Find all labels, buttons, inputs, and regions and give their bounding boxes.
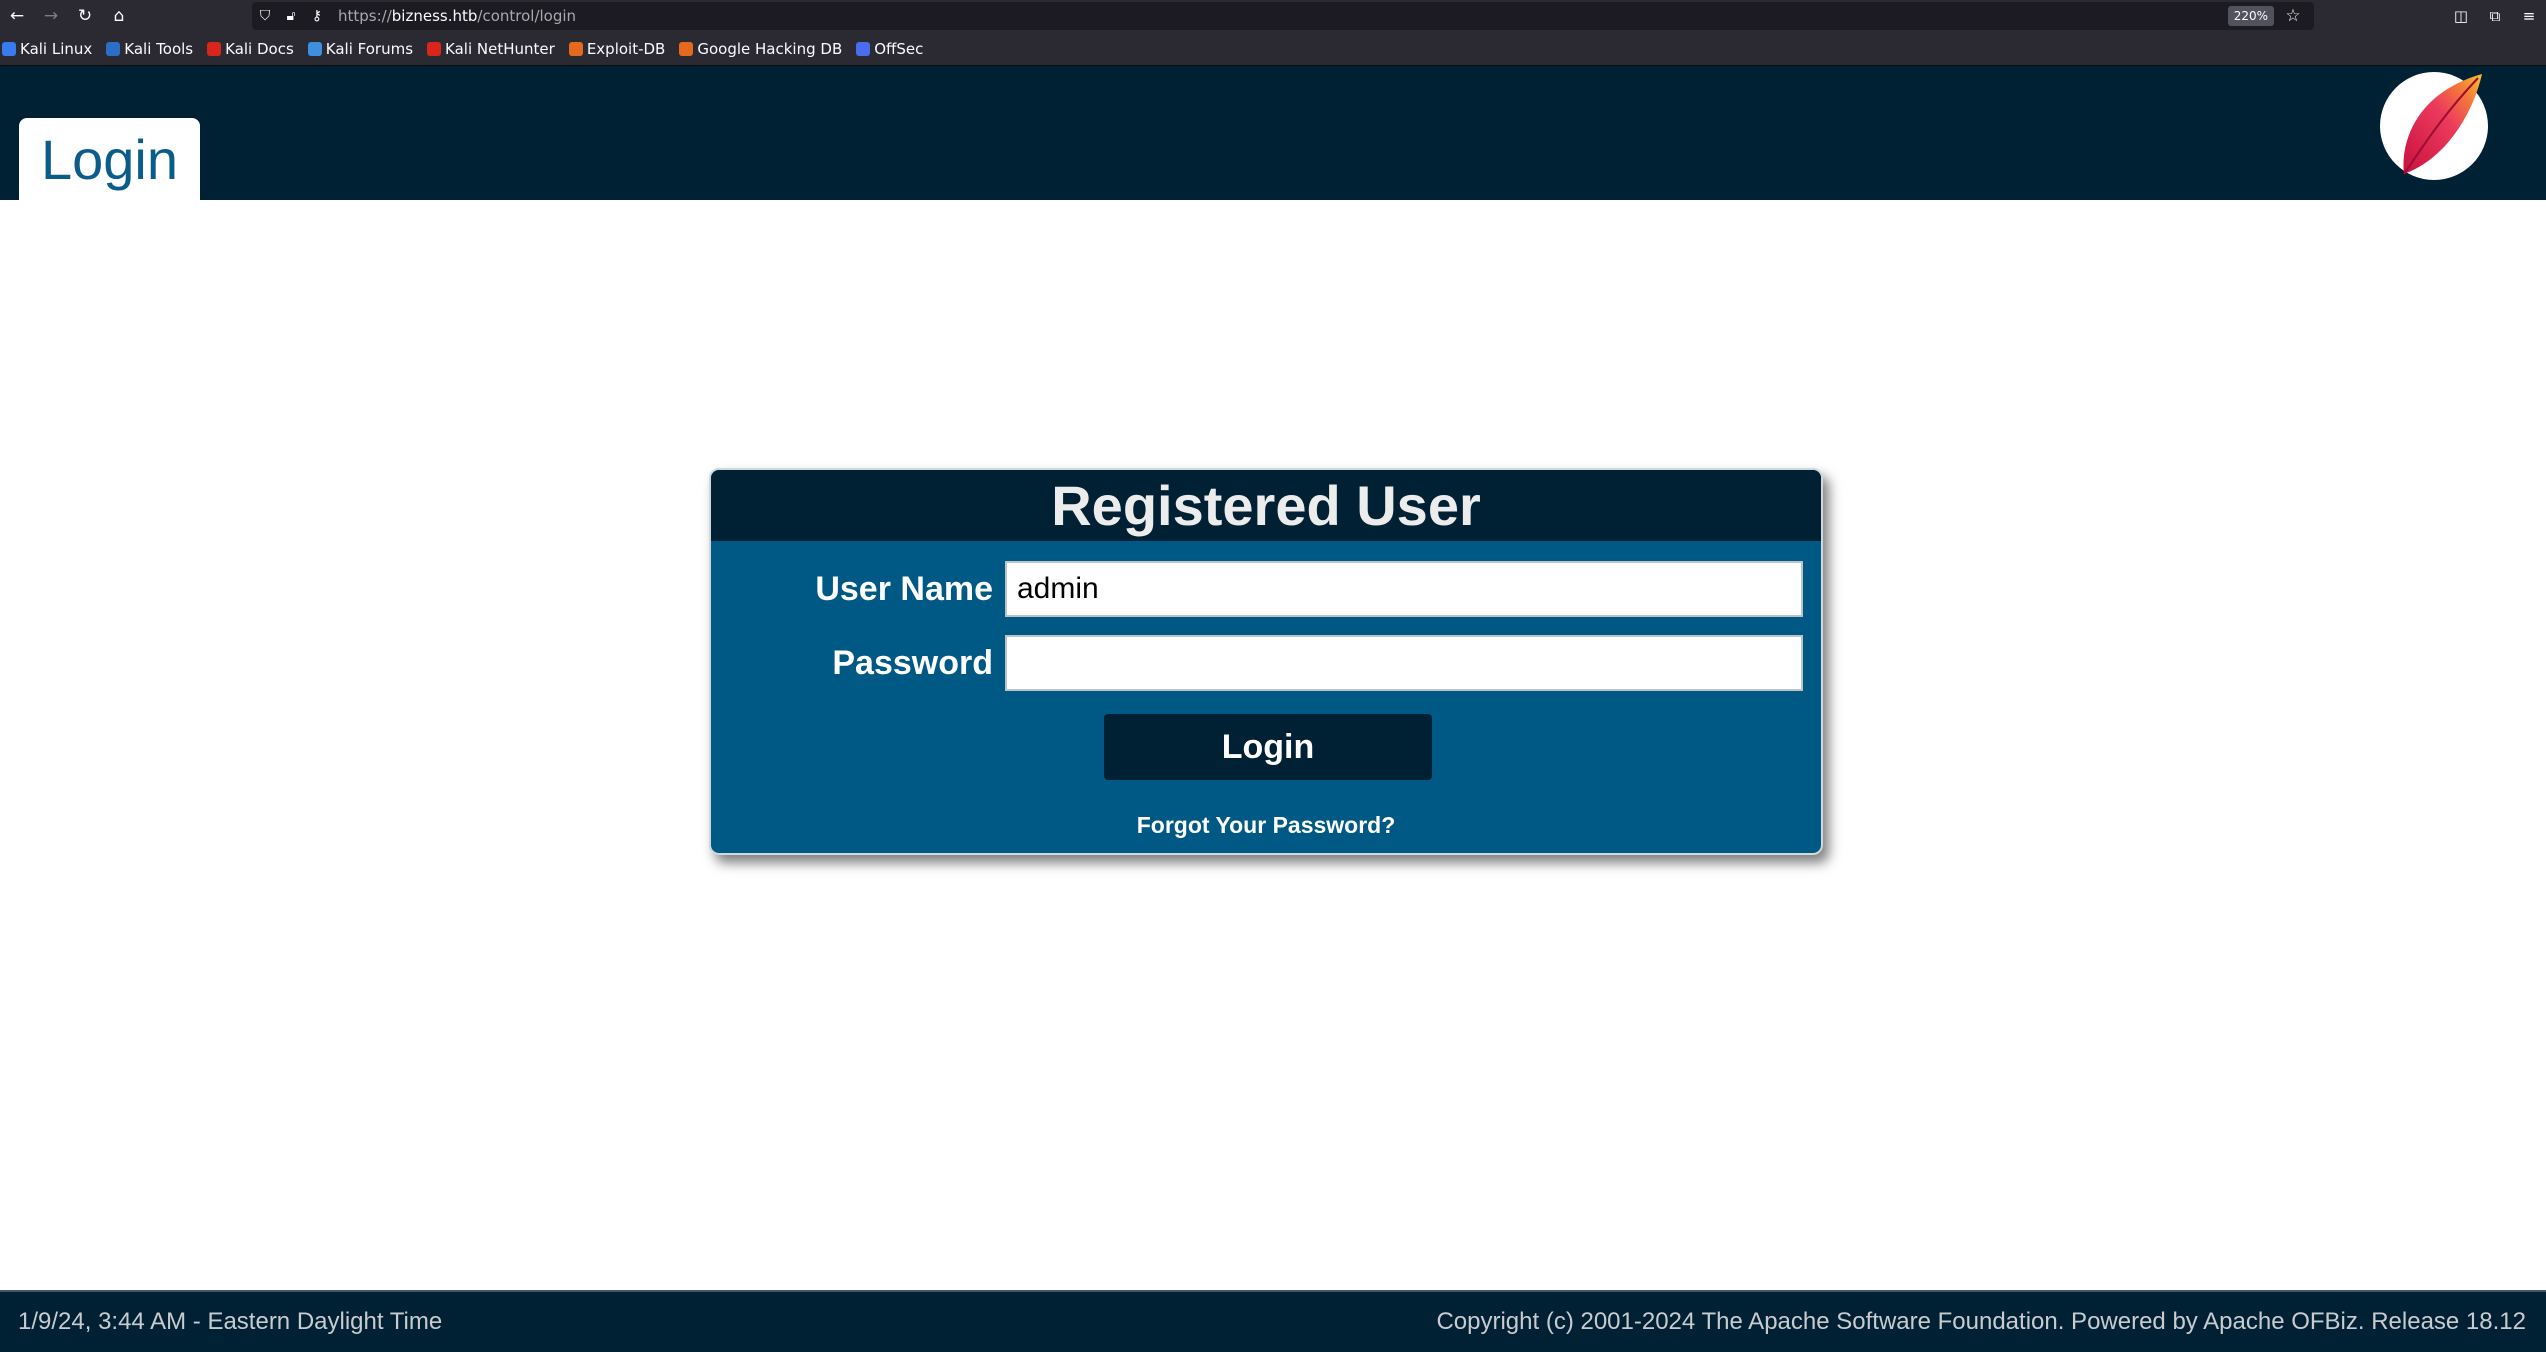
forward-arrow-icon[interactable]: → bbox=[34, 0, 68, 32]
back-arrow-icon[interactable]: ← bbox=[0, 0, 34, 32]
bookmark-item[interactable]: Kali Forums bbox=[307, 39, 414, 58]
login-panel-header: Registered User bbox=[711, 470, 1821, 541]
bookmark-label: Exploit-DB bbox=[586, 39, 666, 58]
bookmark-label: Kali NetHunter bbox=[445, 39, 555, 58]
url-host: bizness.htb bbox=[391, 7, 478, 25]
bookmark-star-icon[interactable]: ☆ bbox=[2280, 2, 2306, 30]
url-bar[interactable]: ⛉ 🔓︎ ⚷ https://bizness.htb/control/login… bbox=[252, 2, 2314, 30]
url-text[interactable]: https://bizness.htb/control/login bbox=[338, 7, 576, 25]
bookmark-favicon-icon bbox=[307, 41, 322, 56]
reload-icon[interactable]: ↻ bbox=[68, 0, 102, 32]
bookmark-item[interactable]: OffSec bbox=[856, 40, 923, 58]
bookmark-item[interactable]: Google Hacking DB bbox=[679, 40, 842, 58]
bookmark-favicon-icon bbox=[2, 41, 16, 56]
password-label: Password bbox=[832, 643, 993, 682]
username-input[interactable] bbox=[1005, 561, 1803, 617]
bookmark-item[interactable]: Kali Docs bbox=[207, 40, 294, 58]
key-icon[interactable]: ⚷ bbox=[304, 2, 330, 30]
footer-datetime: 1/9/24, 3:44 AM - Eastern Daylight Time bbox=[18, 1308, 443, 1335]
tab-login[interactable]: Login bbox=[19, 118, 200, 200]
login-submit-button[interactable]: Login bbox=[1104, 714, 1432, 780]
bookmark-favicon-icon bbox=[207, 41, 222, 56]
forgot-password-link[interactable]: Forgot Your Password? bbox=[711, 812, 1821, 839]
zoom-level-badge[interactable]: 220% bbox=[2227, 6, 2274, 26]
shield-icon[interactable]: ⛉ bbox=[252, 2, 278, 30]
bookmark-label: Kali Docs bbox=[225, 39, 294, 58]
bookmarks-bar: Kali Linux Kali Tools Kali Docs Kali Forums… bbox=[0, 32, 2546, 66]
browser-toolbar: ← → ↻ ⌂ ⛉ 🔓︎ ⚷ https://bizness.htb/contr… bbox=[0, 0, 2546, 32]
bookmark-label: Kali Forums bbox=[325, 39, 414, 58]
bookmark-label: OffSec bbox=[874, 39, 924, 58]
url-prefix: https:// bbox=[338, 7, 392, 25]
page-footer: 1/9/24, 3:44 AM - Eastern Daylight Time … bbox=[0, 1290, 2546, 1352]
username-label: User Name bbox=[815, 569, 993, 608]
pocket-icon[interactable]: ◫ bbox=[2444, 0, 2478, 32]
bookmark-label: Kali Linux bbox=[20, 39, 93, 58]
bookmark-item[interactable]: Kali Linux bbox=[2, 40, 92, 58]
bookmark-favicon-icon bbox=[568, 41, 583, 56]
bookmark-item[interactable]: Kali NetHunter bbox=[427, 40, 555, 58]
bookmark-favicon-icon bbox=[106, 41, 121, 56]
password-input[interactable] bbox=[1005, 635, 1803, 691]
bookmark-label: Kali Tools bbox=[124, 39, 194, 58]
password-row: Password bbox=[711, 635, 1821, 691]
insecure-lock-icon[interactable]: 🔓︎ bbox=[278, 2, 304, 30]
ofbiz-logo bbox=[2380, 72, 2488, 180]
footer-copyright: Copyright (c) 2001-2024 The Apache Softw… bbox=[1436, 1308, 2526, 1335]
toolbar-right: ◫ ⧉ ≡ bbox=[2444, 0, 2546, 32]
menu-icon[interactable]: ≡ bbox=[2512, 0, 2546, 32]
bookmark-item[interactable]: Exploit-DB bbox=[568, 39, 666, 58]
url-path: /control/login bbox=[477, 7, 577, 25]
login-panel: Registered User User Name Password Login… bbox=[709, 468, 1823, 855]
username-row: User Name bbox=[711, 561, 1821, 617]
app-header: Login bbox=[0, 66, 2546, 200]
home-icon[interactable]: ⌂ bbox=[102, 0, 136, 32]
bookmark-favicon-icon bbox=[427, 41, 442, 56]
bookmark-favicon-icon bbox=[856, 41, 871, 56]
extensions-icon[interactable]: ⧉ bbox=[2478, 0, 2512, 32]
bookmark-item[interactable]: Kali Tools bbox=[106, 40, 193, 58]
tab-login-label: Login bbox=[40, 127, 179, 191]
bookmark-favicon-icon bbox=[679, 41, 694, 56]
bookmark-label: Google Hacking DB bbox=[697, 39, 843, 58]
login-panel-title: Registered User bbox=[1051, 474, 1481, 537]
